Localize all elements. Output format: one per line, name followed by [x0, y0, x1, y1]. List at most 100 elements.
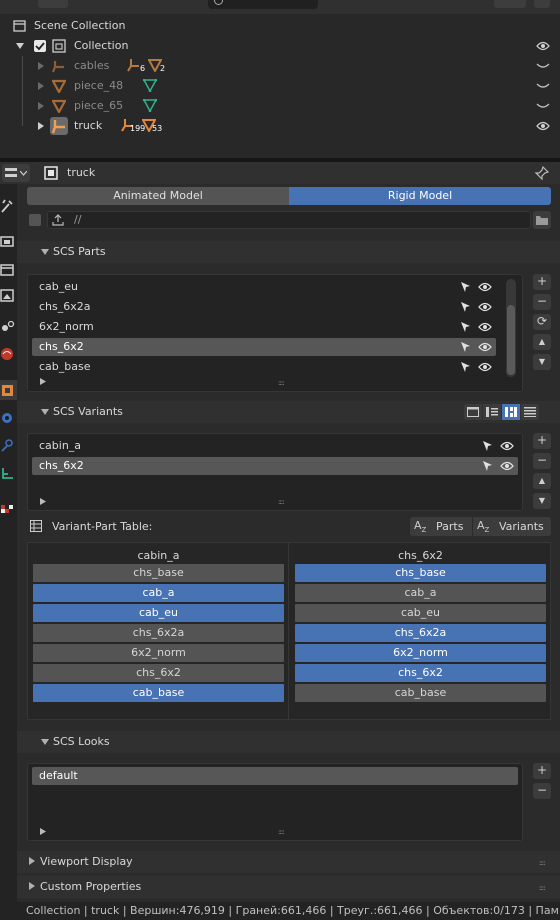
visibility-eye-icon[interactable]: [500, 460, 514, 472]
list-scrollbar[interactable]: [506, 279, 516, 377]
select-cursor-icon[interactable]: [460, 281, 471, 293]
move-up-button[interactable]: ▲: [533, 334, 551, 350]
visibility-hidden-icon[interactable]: [536, 80, 550, 92]
view-layer-tab-icon[interactable]: [0, 288, 15, 304]
display-mode-dropdown[interactable]: [38, 0, 68, 8]
tab-rigid-model[interactable]: Rigid Model: [289, 187, 551, 205]
refresh-parts-button[interactable]: ⟳: [533, 314, 551, 330]
filter-expand-icon[interactable]: [40, 378, 46, 385]
list-item[interactable]: 6x2_norm: [32, 318, 496, 336]
pin-icon[interactable]: [535, 166, 549, 180]
tab-animated-model[interactable]: Animated Model: [27, 187, 289, 205]
scrollbar-thumb[interactable]: [507, 305, 515, 375]
move-down-button[interactable]: ▼: [533, 354, 551, 370]
visibility-eye-icon[interactable]: [500, 440, 514, 452]
select-cursor-icon[interactable]: [460, 361, 471, 373]
table-cell-toggle[interactable]: chs_base: [295, 564, 546, 582]
material-tab-icon[interactable]: [0, 502, 15, 518]
filter-dropdown[interactable]: [494, 0, 526, 8]
output-tab-icon[interactable]: [0, 262, 15, 278]
remove-part-button[interactable]: −: [533, 294, 551, 310]
expand-arrow-icon[interactable]: [38, 62, 44, 70]
collection-checkbox[interactable]: [34, 40, 46, 52]
list-item-selected[interactable]: chs_6x2: [32, 457, 518, 475]
path-checkbox[interactable]: [29, 214, 41, 226]
visibility-eye-icon[interactable]: [478, 281, 492, 293]
select-cursor-icon[interactable]: [482, 460, 493, 472]
list-item[interactable]: cab_eu: [32, 278, 496, 296]
list-resize-grip[interactable]: ::::: [278, 380, 290, 387]
visibility-hidden-icon[interactable]: [536, 60, 550, 72]
scene-tab-icon[interactable]: [0, 318, 15, 334]
tool-tab-icon[interactable]: [0, 198, 15, 214]
outliner-item-cables[interactable]: cables 6 2: [0, 56, 560, 76]
sort-variants-button[interactable]: AZ Variants: [473, 517, 551, 536]
move-down-button[interactable]: ▼: [533, 493, 551, 509]
list-item[interactable]: cab_base: [32, 358, 496, 376]
list-item-selected[interactable]: default: [32, 767, 518, 785]
list-resize-grip[interactable]: ::::: [278, 829, 290, 836]
scene-collection-row[interactable]: Scene Collection: [0, 16, 560, 36]
render-tab-icon[interactable]: [0, 234, 15, 250]
visibility-hidden-icon[interactable]: [536, 100, 550, 112]
view-mode-3-button-active[interactable]: [502, 404, 520, 420]
table-cell-toggle[interactable]: chs_6x2: [33, 664, 284, 682]
scs-variants-panel-header[interactable]: SCS Variants: [17, 401, 560, 423]
table-cell-toggle[interactable]: cab_a: [295, 584, 546, 602]
visibility-eye-icon[interactable]: [536, 40, 550, 52]
table-cell-toggle[interactable]: cab_a: [33, 584, 284, 602]
outliner-item-truck[interactable]: truck 199 53: [0, 116, 560, 136]
table-cell-toggle[interactable]: cab_base: [33, 684, 284, 702]
view-mode-2-button[interactable]: [483, 404, 501, 420]
custom-properties-panel-header[interactable]: Custom Properties ::::: [17, 876, 560, 898]
visibility-eye-icon[interactable]: [478, 361, 492, 373]
list-item[interactable]: chs_6x2a: [32, 298, 496, 316]
object-tab-active[interactable]: [0, 380, 17, 400]
search-field[interactable]: [208, 0, 318, 9]
outliner-item-piece-65[interactable]: piece_65: [0, 96, 560, 116]
collection-row[interactable]: Collection: [0, 36, 560, 56]
select-cursor-icon[interactable]: [460, 341, 471, 353]
list-item-selected[interactable]: chs_6x2: [32, 338, 496, 356]
add-variant-button[interactable]: +: [533, 433, 551, 449]
list-resize-grip[interactable]: ::::: [278, 499, 290, 506]
table-cell-toggle[interactable]: cab_eu: [33, 604, 284, 622]
visibility-eye-icon[interactable]: [478, 301, 492, 313]
visibility-eye-icon[interactable]: [478, 341, 492, 353]
visibility-eye-icon[interactable]: [478, 321, 492, 333]
add-look-button[interactable]: +: [533, 763, 551, 779]
remove-variant-button[interactable]: −: [533, 453, 551, 469]
move-up-button[interactable]: ▲: [533, 473, 551, 489]
scs-looks-panel-header[interactable]: SCS Looks: [17, 731, 560, 753]
path-field[interactable]: //: [47, 211, 531, 229]
new-collection-button[interactable]: [534, 0, 550, 8]
outliner-item-piece-48[interactable]: piece_48: [0, 76, 560, 96]
select-cursor-icon[interactable]: [460, 321, 471, 333]
data-tab-icon[interactable]: [0, 466, 15, 482]
scs-parts-panel-header[interactable]: SCS Parts: [17, 241, 560, 263]
expand-arrow-icon[interactable]: [38, 82, 44, 90]
select-cursor-icon[interactable]: [482, 440, 493, 452]
expand-arrow-icon[interactable]: [16, 43, 24, 49]
select-cursor-icon[interactable]: [460, 301, 471, 313]
table-cell-toggle[interactable]: chs_6x2a: [295, 624, 546, 642]
editor-type-dropdown[interactable]: [2, 164, 30, 182]
remove-look-button[interactable]: −: [533, 783, 551, 799]
table-cell-toggle[interactable]: cab_base: [295, 684, 546, 702]
add-part-button[interactable]: +: [533, 274, 551, 290]
table-cell-toggle[interactable]: chs_6x2a: [33, 624, 284, 642]
view-mode-4-button[interactable]: [521, 404, 539, 420]
table-cell-toggle[interactable]: chs_6x2: [295, 664, 546, 682]
sort-parts-button[interactable]: AZ Parts: [410, 517, 472, 536]
physics-tab-icon[interactable]: [0, 438, 15, 454]
table-cell-toggle[interactable]: 6x2_norm: [33, 644, 284, 662]
upload-icon[interactable]: [52, 214, 64, 226]
table-cell-toggle[interactable]: chs_base: [33, 564, 284, 582]
panel-drag-grip[interactable]: ::::: [539, 860, 551, 867]
viewport-display-panel-header[interactable]: Viewport Display ::::: [17, 851, 560, 873]
list-item[interactable]: cabin_a: [32, 437, 518, 455]
filter-expand-icon[interactable]: [40, 498, 46, 505]
view-mode-1-button[interactable]: [464, 404, 482, 420]
panel-drag-grip[interactable]: ::::: [539, 885, 551, 892]
table-cell-toggle[interactable]: cab_eu: [295, 604, 546, 622]
